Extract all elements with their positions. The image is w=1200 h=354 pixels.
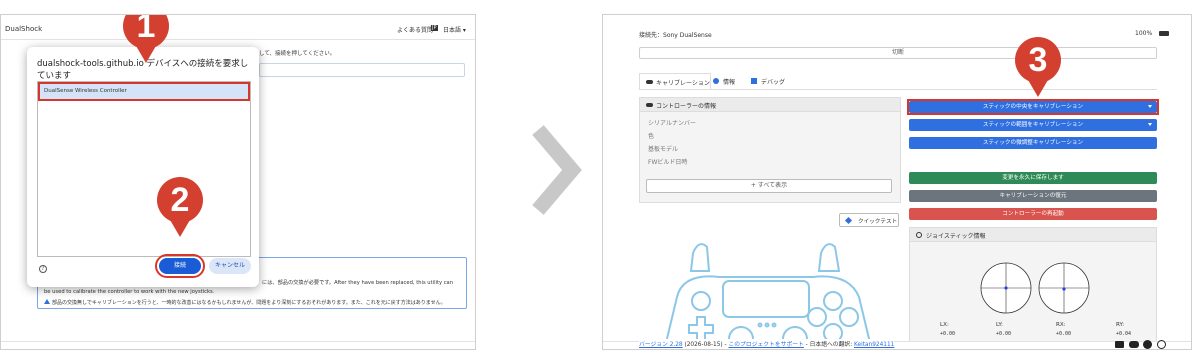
battery-level: 100% — [1135, 30, 1153, 37]
save-permanent-button[interactable]: 変更を永久に保存します — [909, 172, 1157, 184]
controller-info-card: コントローラーの情報 シリアルナンバー 色 基板モデル FWビルド日時 + すべ… — [639, 97, 901, 203]
ly-label: LY: — [996, 322, 1003, 328]
info-row-fw-build: FWビルド日時 — [648, 159, 688, 166]
tab-info[interactable]: 情報 — [711, 73, 747, 89]
rx-value: +0.00 — [1056, 331, 1072, 337]
button-label: スティックの範囲をキャリブレーション — [982, 122, 1084, 128]
right-screenshot: 接続先：Sony DualSense 100% 切断 キャリブレーション 情報 … — [602, 14, 1192, 350]
chevron-right-icon — [532, 125, 582, 215]
left-stick-dot — [1004, 286, 1008, 290]
rx-label: RX: — [1056, 322, 1066, 328]
ry-label: RY: — [1116, 322, 1125, 328]
device-permission-popup: dualshock-tools.github.io デバイスへの接続を要求し て… — [27, 47, 259, 287]
connect-button[interactable]: 接続 — [159, 258, 201, 274]
footer-right: バージョン 2.28 (2026-08-15) - このプロジェクトをサポート … — [639, 339, 895, 348]
ry-value: +0.04 — [1116, 331, 1132, 337]
lx-value: +0.00 — [940, 331, 956, 337]
lx-label: LX: — [940, 322, 949, 328]
marker-number: 1 — [136, 14, 156, 45]
help-icon[interactable]: ? — [39, 265, 47, 273]
joystick-card-header: ジョイスティック情報 — [910, 228, 1156, 242]
info-line-3: 部品の交換無しでキャリブレーションを行うと、一時的な改善にはなるかもしれませんが… — [52, 300, 446, 306]
version-date: (2026-08-15) — [684, 342, 723, 348]
tab-debug[interactable]: デバッグ — [749, 73, 793, 89]
center-calibration-button[interactable]: スティックの中央をキャリブレーション — [909, 101, 1157, 113]
tab-label: 情報 — [723, 79, 736, 86]
faq-link[interactable]: よくある質問 — [397, 25, 433, 34]
step-marker-2: 2 — [155, 177, 205, 241]
show-all-button[interactable]: + すべて表示 — [646, 179, 892, 193]
info-icon — [713, 78, 719, 84]
info-line-2: be used to calibrate the controller to w… — [44, 289, 215, 295]
instruction-text: して、接続を押してください。 — [259, 51, 336, 57]
right-stick-dot — [1062, 287, 1066, 291]
version-link[interactable]: バージョン 2.28 — [639, 342, 683, 348]
fine-calibration-button[interactable]: スティックの微調整キャリブレーション — [909, 137, 1157, 149]
language-select[interactable]: 日本語 ▾ — [443, 25, 466, 34]
tab-calibration[interactable]: キャリブレーション — [639, 73, 711, 89]
joystick-title: ジョイスティック情報 — [926, 233, 986, 240]
github-icon[interactable] — [1143, 340, 1152, 349]
crosshair-icon — [916, 232, 922, 238]
step-marker-1: 1 — [121, 14, 171, 67]
step-marker-3: 3 — [1013, 37, 1063, 101]
device-list: DualSense Wireless Controller — [37, 81, 251, 257]
marker-number: 2 — [170, 181, 190, 219]
center-calibration-highlight: スティックの中央をキャリブレーション — [907, 99, 1159, 115]
restore-calibration-button[interactable]: キャリブレーションの復元 — [909, 190, 1157, 202]
device-select-field[interactable] — [259, 63, 465, 77]
info-line-1: には、部品の交換が必要です。After they have been repla… — [262, 280, 454, 286]
device-list-item[interactable]: DualSense Wireless Controller — [38, 82, 250, 101]
info-row-board: 基板モデル — [648, 146, 679, 153]
cancel-button[interactable]: キャンセル — [209, 258, 251, 274]
history-icon[interactable] — [1157, 340, 1166, 349]
range-calibration-button[interactable]: スティックの範囲をキャリブレーション — [909, 119, 1157, 131]
quick-test-label: クイックテスト — [858, 219, 898, 225]
battery-icon — [1159, 31, 1169, 36]
mail-icon[interactable] — [1115, 341, 1124, 348]
left-screenshot: DualShock よくある質問 JP 日本語 ▾ して、接続を押してください。… — [0, 14, 476, 350]
popup-request-text: ています — [37, 71, 72, 81]
gamepad-icon — [646, 103, 653, 107]
quick-test-button[interactable]: クイックテスト — [839, 213, 899, 227]
card-title: コントローラーの情報 — [656, 103, 717, 110]
translator-link[interactable]: Keitan924111 — [854, 342, 894, 348]
app-title: DualShock — [5, 25, 43, 33]
joystick-info-card: ジョイスティック情報 LX: +0.00 LY: +0.00 RX: +0.00… — [909, 227, 1157, 349]
info-row-serial: シリアルナンバー — [648, 120, 696, 127]
ly-value: +0.00 — [996, 331, 1012, 337]
gamepad-icon — [646, 80, 653, 84]
button-label: スティックの中央をキャリブレーション — [982, 104, 1084, 110]
pen-icon — [844, 216, 853, 225]
connection-status: 接続先：Sony DualSense — [639, 32, 712, 39]
info-row-color: 色 — [648, 133, 655, 140]
disconnect-button[interactable]: 切断 — [639, 47, 1157, 59]
language-icon: JP — [431, 25, 438, 31]
reboot-controller-button[interactable]: コントローラーの再起動 — [909, 208, 1157, 220]
discord-icon[interactable] — [1129, 341, 1139, 348]
card-header: コントローラーの情報 — [640, 98, 900, 112]
tab-label: キャリブレーション — [656, 80, 710, 87]
device-name: DualSense Wireless Controller — [44, 88, 127, 94]
chevron-down-icon — [1148, 105, 1152, 108]
connect-highlight: 接続 — [155, 254, 205, 278]
support-link[interactable]: このプロジェクトをサポート — [728, 342, 803, 348]
controller-illustration — [663, 243, 873, 349]
chevron-down-icon — [1148, 123, 1152, 126]
tab-label: デバッグ — [761, 79, 786, 86]
warning-icon — [44, 299, 50, 304]
translation-text: - 日本語への翻訳: — [803, 342, 854, 348]
bug-icon — [751, 78, 757, 84]
marker-number: 3 — [1028, 41, 1048, 79]
